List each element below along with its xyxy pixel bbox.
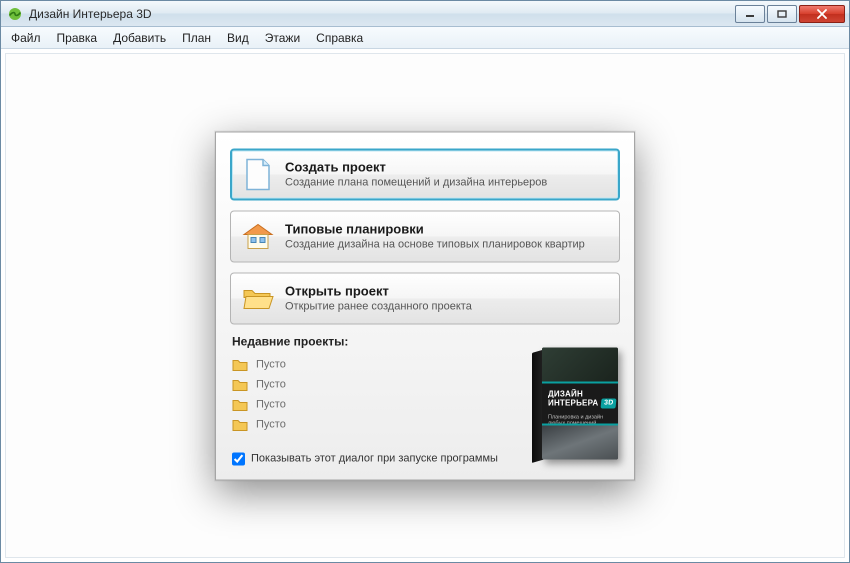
open-project-title: Открыть проект [285,284,472,299]
menubar: Файл Правка Добавить План Вид Этажи Спра… [1,27,849,49]
app-window: Дизайн Интерьера 3D Файл Правка Добавить… [0,0,850,563]
templates-subtitle: Создание дизайна на основе типовых плани… [285,239,585,251]
folder-icon [232,357,248,371]
minimize-button[interactable] [735,5,765,23]
open-project-button[interactable]: Открыть проект Открытие ранее созданного… [230,272,620,324]
folder-icon [232,377,248,391]
maximize-button[interactable] [767,5,797,23]
folder-icon [232,417,248,431]
product-box-image: ДИЗАЙН ИНТЕРЬЕРА 3D Планировка и дизайн … [528,343,618,463]
welcome-dialog: Создать проект Создание плана помещений … [215,131,635,480]
create-project-button[interactable]: Создать проект Создание плана помещений … [230,148,620,200]
recent-item-label: Пусто [256,398,286,410]
menu-view[interactable]: Вид [219,29,257,47]
show-on-startup-checkbox[interactable] [232,452,245,465]
create-project-subtitle: Создание плана помещений и дизайна интер… [285,177,547,189]
menu-plan[interactable]: План [174,29,219,47]
menu-add[interactable]: Добавить [105,29,174,47]
templates-title: Типовые планировки [285,222,585,237]
client-area: Создать проект Создание плана помещений … [5,53,845,558]
menu-floors[interactable]: Этажи [257,29,308,47]
templates-button[interactable]: Типовые планировки Создание дизайна на о… [230,210,620,262]
open-project-subtitle: Открытие ранее созданного проекта [285,301,472,313]
close-button[interactable] [799,5,845,23]
recent-item-label: Пусто [256,378,286,390]
window-title: Дизайн Интерьера 3D [29,7,733,21]
recent-item-label: Пусто [256,418,286,430]
product-box-line2: ИНТЕРЬЕРА [548,399,598,408]
folder-icon [232,397,248,411]
menu-help[interactable]: Справка [308,29,371,47]
folder-open-icon [241,281,275,315]
titlebar: Дизайн Интерьера 3D [1,1,849,27]
show-on-startup-label: Показывать этот диалог при запуске прогр… [251,453,498,465]
new-document-icon [241,157,275,191]
product-box-line1: ДИЗАЙН [548,389,612,398]
app-icon [7,6,23,22]
house-icon [241,219,275,253]
recent-item-label: Пусто [256,358,286,370]
menu-file[interactable]: Файл [3,29,49,47]
product-box-badge: 3D [601,398,617,408]
window-controls [733,5,845,23]
menu-edit[interactable]: Правка [49,29,106,47]
create-project-title: Создать проект [285,160,547,175]
